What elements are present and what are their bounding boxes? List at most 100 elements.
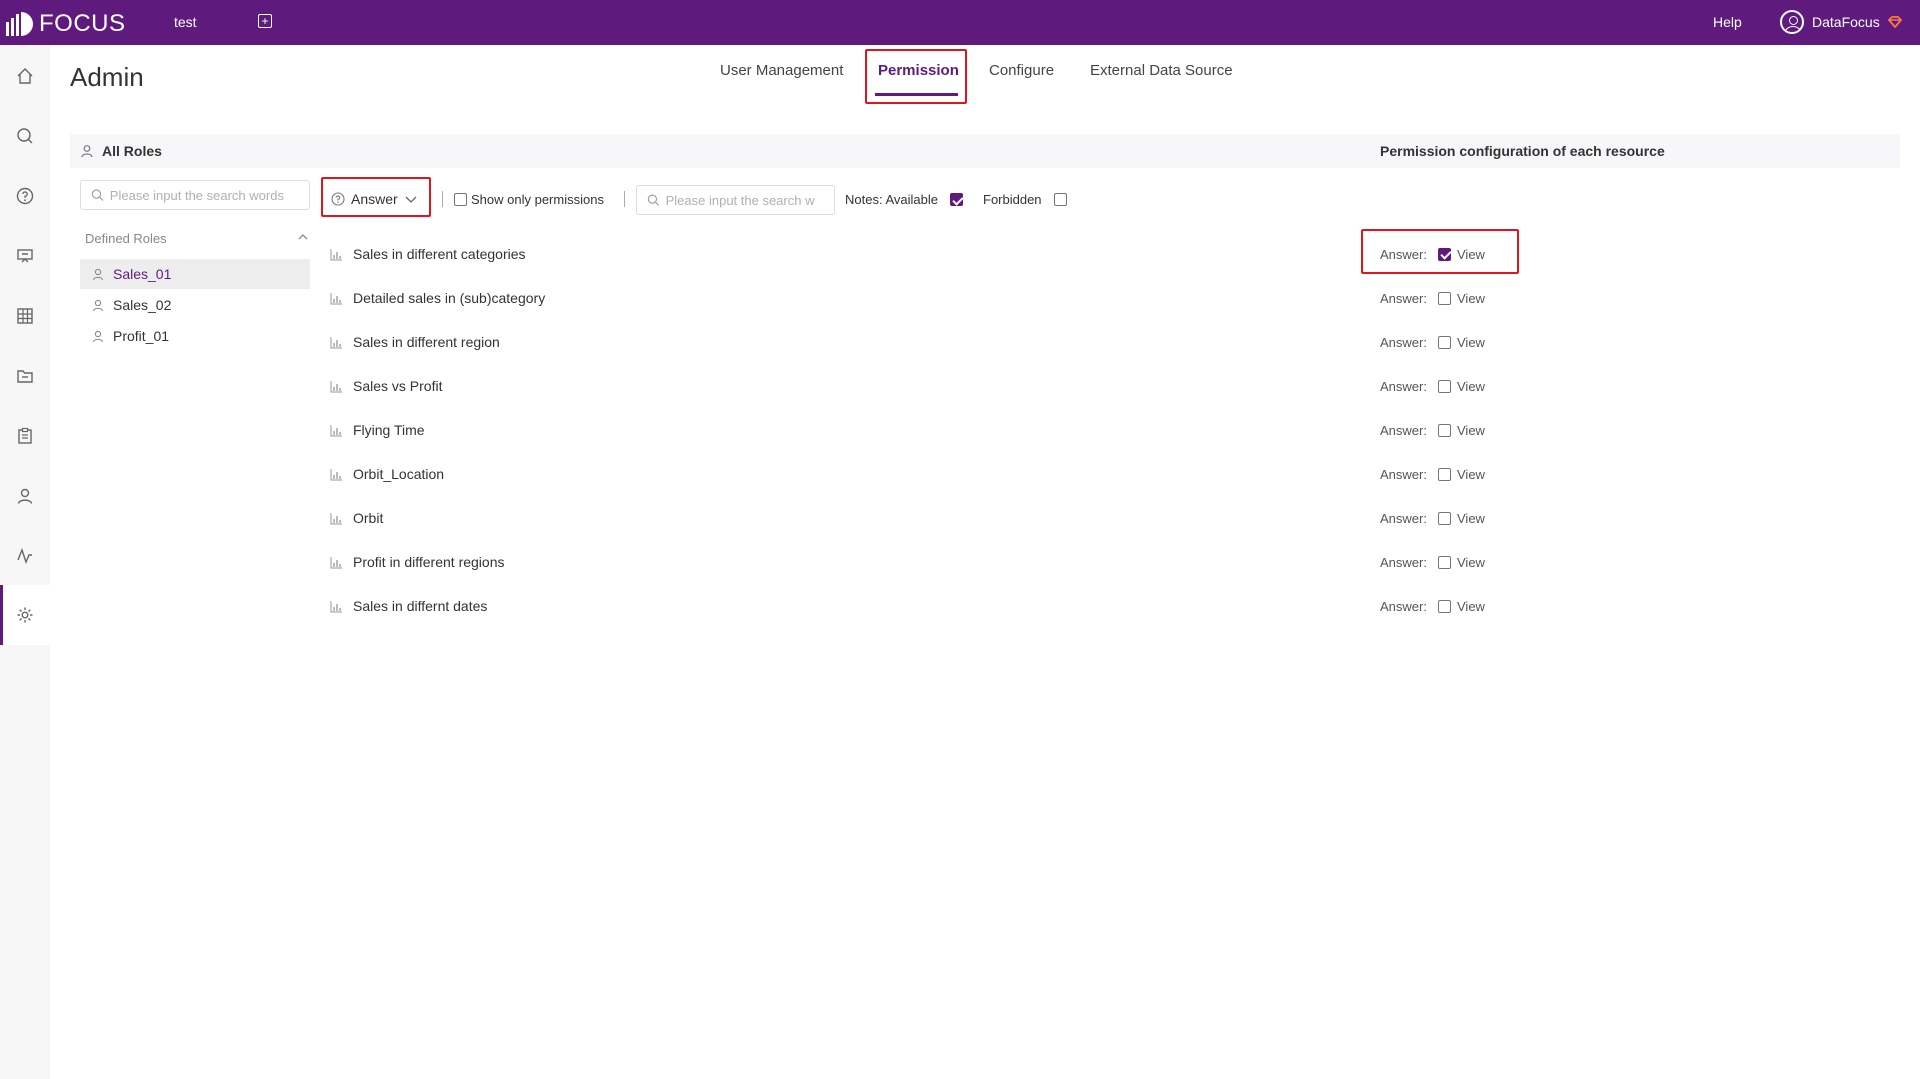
chart-icon (330, 380, 342, 392)
page-title: Admin (70, 62, 144, 92)
all-roles-label: All Roles (102, 143, 162, 159)
resource-name: Flying Time (353, 422, 425, 438)
tab-external-data-source[interactable]: External Data Source (1090, 62, 1233, 79)
view-checkbox[interactable] (1438, 379, 1451, 393)
answer-label: Answer: (1380, 554, 1427, 570)
view-label: View (1457, 378, 1485, 394)
role-item-sales-01[interactable]: Sales_01 (80, 259, 310, 289)
role-label: Sales_01 (113, 266, 172, 282)
permission-row: Answer: View (1380, 462, 1485, 486)
user-icon (92, 299, 104, 311)
chevron-up-icon[interactable] (297, 231, 309, 243)
view-label: View (1457, 510, 1485, 526)
answer-label: Answer: (1380, 378, 1427, 394)
role-search-box[interactable] (80, 180, 310, 210)
highlight-box-permission-tab (865, 49, 967, 104)
role-item-sales-02[interactable]: Sales_02 (80, 290, 310, 320)
available-legend-checkbox (950, 193, 963, 206)
answer-label: Answer: (1380, 466, 1427, 482)
left-sidebar (0, 45, 50, 1079)
tab-configure[interactable]: Configure (989, 62, 1054, 79)
user-name: DataFocus (1812, 14, 1880, 30)
chart-icon (330, 336, 342, 348)
view-label: View (1457, 334, 1485, 350)
resource-search-box[interactable] (636, 185, 835, 215)
role-label: Sales_02 (113, 297, 172, 313)
user-icon (92, 268, 104, 280)
permission-row: Answer: View (1380, 330, 1485, 354)
user-icon (81, 145, 93, 158)
folder-icon[interactable] (14, 365, 36, 387)
table-icon[interactable] (14, 305, 36, 327)
workspace-tab-test[interactable]: test (174, 14, 197, 30)
permission-row: Answer: View (1380, 506, 1485, 530)
role-label: Profit_01 (113, 328, 170, 344)
tab-user-management[interactable]: User Management (720, 62, 843, 79)
chart-icon (330, 468, 342, 480)
answer-label: Answer: (1380, 290, 1427, 306)
toolbar-divider (624, 191, 625, 207)
resource-row[interactable]: Orbit_Location (330, 462, 444, 486)
answer-label: Answer: (1380, 422, 1427, 438)
pulse-icon[interactable] (14, 545, 36, 567)
user-avatar-icon (1780, 10, 1804, 34)
view-checkbox[interactable] (1438, 599, 1451, 613)
top-bar: FOCUS test + Help DataFocus (0, 0, 1920, 45)
role-item-profit-01[interactable]: Profit_01 (80, 321, 310, 351)
resource-name: Sales in differnt dates (353, 598, 488, 614)
resource-row[interactable]: Sales in different region (330, 330, 500, 354)
home-icon[interactable] (14, 65, 36, 87)
view-label: View (1457, 290, 1485, 306)
search-icon[interactable] (14, 125, 36, 147)
chart-icon (330, 248, 342, 260)
resource-row[interactable]: Sales in differnt dates (330, 594, 487, 618)
view-label: View (1457, 422, 1485, 438)
focus-logo[interactable]: FOCUS (6, 10, 126, 38)
resource-row[interactable]: Profit in different regions (330, 550, 505, 574)
forbidden-label: Forbidden (983, 192, 1042, 207)
view-label: View (1457, 466, 1485, 482)
view-checkbox[interactable] (1438, 467, 1451, 481)
add-tab-icon[interactable]: + (258, 14, 272, 28)
resource-name: Orbit_Location (353, 466, 445, 482)
resource-row[interactable]: Sales in different categories (330, 242, 526, 266)
clipboard-icon[interactable] (14, 425, 36, 447)
resource-name: Sales vs Profit (353, 378, 443, 394)
user-icon[interactable] (14, 485, 36, 507)
answer-label: Answer: (1380, 510, 1427, 526)
search-icon (91, 189, 104, 201)
highlight-box-first-view (1361, 229, 1519, 274)
view-checkbox[interactable] (1438, 423, 1451, 437)
permission-row: Answer: View (1380, 550, 1485, 574)
permission-row: Answer: View (1380, 418, 1485, 442)
forbidden-legend-checkbox (1053, 193, 1067, 206)
help-link[interactable]: Help (1713, 14, 1742, 30)
all-roles-heading: All Roles (80, 143, 162, 159)
notes-legend: Notes: Available Forbidden (845, 192, 1067, 207)
show-only-permissions-toggle[interactable]: Show only permissions (454, 192, 604, 207)
gear-icon[interactable] (14, 604, 36, 626)
resource-search-input[interactable] (665, 192, 834, 208)
show-only-checkbox[interactable] (454, 193, 467, 206)
resource-row[interactable]: Detailed sales in (sub)category (330, 286, 545, 310)
chart-icon (330, 292, 342, 304)
resource-name: Profit in different regions (353, 554, 505, 570)
view-checkbox[interactable] (1438, 555, 1451, 569)
search-icon (647, 194, 660, 206)
resource-row[interactable]: Flying Time (330, 418, 425, 442)
view-checkbox[interactable] (1438, 291, 1451, 305)
resource-row[interactable]: Sales vs Profit (330, 374, 442, 398)
user-menu[interactable]: DataFocus (1780, 10, 1902, 34)
question-icon[interactable] (14, 185, 36, 207)
presentation-icon[interactable] (14, 245, 36, 267)
answer-label: Answer: (1380, 334, 1427, 350)
chart-icon (330, 424, 342, 436)
resource-name: Sales in different categories (353, 246, 526, 262)
answer-label: Answer: (1380, 598, 1427, 614)
defined-roles-label: Defined Roles (85, 231, 167, 246)
view-checkbox[interactable] (1438, 511, 1451, 525)
role-search-input[interactable] (109, 187, 309, 203)
user-icon (92, 330, 104, 342)
resource-row[interactable]: Orbit (330, 506, 383, 530)
view-checkbox[interactable] (1438, 335, 1451, 349)
